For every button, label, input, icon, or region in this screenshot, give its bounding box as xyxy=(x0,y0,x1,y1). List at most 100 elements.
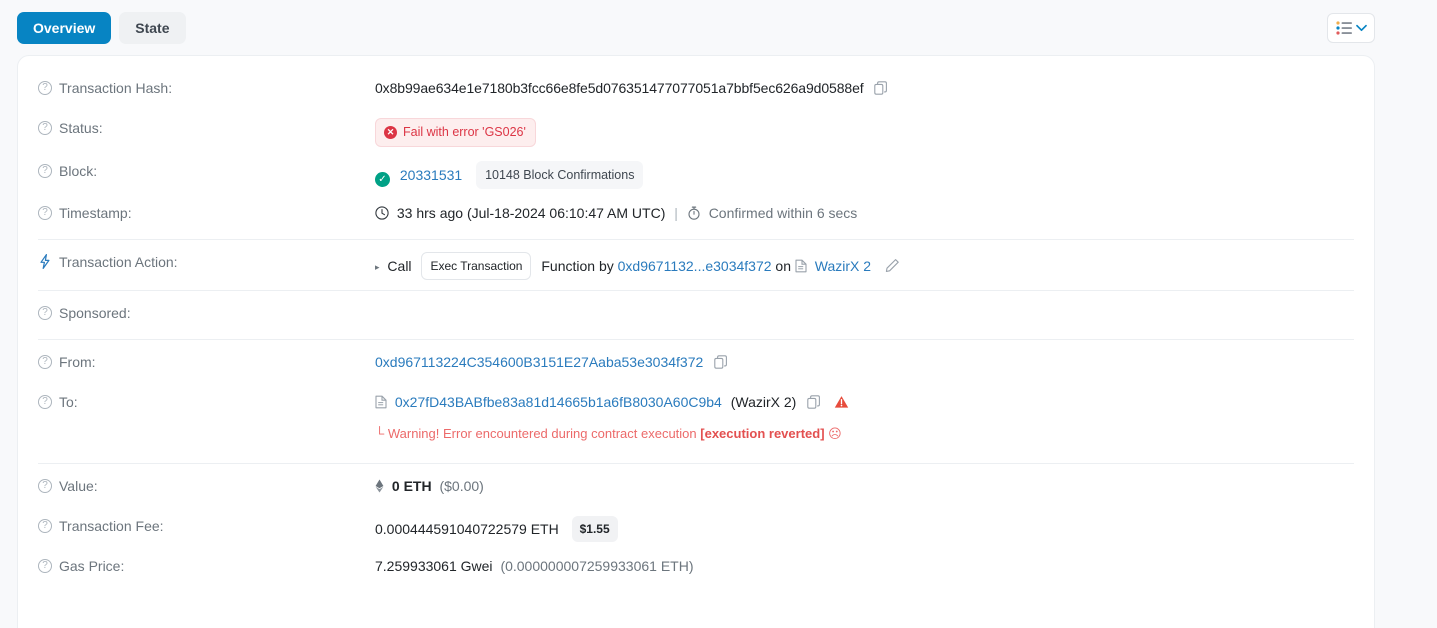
divider xyxy=(38,463,1354,464)
row-to: ? To: 0x27fD43BABfbe83a81d14665b1a6fB803… xyxy=(38,384,1354,450)
help-icon[interactable]: ? xyxy=(38,121,52,135)
label-from: ? From: xyxy=(38,350,375,372)
warning-prefix: └ xyxy=(375,426,385,441)
value-transaction-fee: 0.000444591040722579 ETH $1.55 xyxy=(375,514,1354,542)
label-text: Gas Price: xyxy=(59,558,125,574)
expand-caret-icon[interactable]: ▸ xyxy=(375,262,380,272)
value-sponsored xyxy=(375,301,1354,303)
label-transaction-hash: ? Transaction Hash: xyxy=(38,76,375,98)
help-icon[interactable]: ? xyxy=(38,395,52,409)
overview-card: ? Transaction Hash: 0x8b99ae634e1e7180b3… xyxy=(17,55,1375,628)
value-timestamp: 33 hrs ago (Jul-18-2024 06:10:47 AM UTC)… xyxy=(375,201,1354,225)
help-icon[interactable]: ? xyxy=(38,81,52,95)
copy-icon[interactable] xyxy=(714,354,728,374)
lightning-bolt-icon xyxy=(38,254,52,274)
row-value: ? Value: 0 ETH ($0.00) xyxy=(38,468,1354,508)
action-on-text: on xyxy=(775,258,791,274)
pencil-edit-icon[interactable] xyxy=(885,258,900,278)
stopwatch-icon xyxy=(687,205,701,225)
list-view-icon xyxy=(1335,21,1352,35)
label-sponsored: ? Sponsored: xyxy=(38,301,375,323)
row-sponsored: ? Sponsored: xyxy=(38,295,1354,335)
ethereum-diamond-icon xyxy=(375,478,384,498)
transaction-details-page: Overview State ? Transaction Hash: 0x8b9… xyxy=(0,0,1437,628)
tab-state-label: State xyxy=(135,19,170,36)
transaction-hash-text: 0x8b99ae634e1e7180b3fcc66e8fe5d076351477… xyxy=(375,80,864,96)
divider xyxy=(38,339,1354,340)
row-status: ? Status: ✕ Fail with error 'GS026' xyxy=(38,110,1354,153)
help-icon[interactable]: ? xyxy=(38,355,52,369)
value-fiat: ($0.00) xyxy=(439,478,484,494)
help-icon[interactable]: ? xyxy=(38,519,52,533)
label-text: To: xyxy=(59,394,78,410)
help-icon[interactable]: ? xyxy=(38,559,52,573)
label-text: Block: xyxy=(59,163,98,179)
value-eth-amount: 0 ETH xyxy=(391,478,432,494)
divider xyxy=(38,290,1354,291)
to-address-line: 0x27fD43BABfbe83a81d14665b1a6fB8030A60C9… xyxy=(375,392,1354,414)
row-from: ? From: 0xd967113224C354600B3151E27Aaba5… xyxy=(38,344,1354,384)
clock-icon xyxy=(375,205,389,225)
help-icon[interactable]: ? xyxy=(38,164,52,178)
value-gas-price: 7.259933061 Gwei (0.000000007259933061 E… xyxy=(375,554,1354,576)
row-transaction-fee: ? Transaction Fee: 0.000444591040722579 … xyxy=(38,508,1354,548)
copy-icon[interactable] xyxy=(807,394,821,414)
to-contract-name: (WazirX 2) xyxy=(730,394,797,410)
label-text: Transaction Fee: xyxy=(59,518,164,534)
help-icon[interactable]: ? xyxy=(38,306,52,320)
label-text: Timestamp: xyxy=(59,205,132,221)
label-to: ? To: xyxy=(38,390,375,412)
label-timestamp: ? Timestamp: xyxy=(38,201,375,223)
function-name-badge: Exec Transaction xyxy=(421,252,532,280)
warning-emoji-icon: ☹ xyxy=(828,426,842,441)
warning-text: Warning! Error encountered during contra… xyxy=(387,426,697,441)
action-function-by-text: Function by xyxy=(541,258,614,274)
row-transaction-hash: ? Transaction Hash: 0x8b99ae634e1e7180b3… xyxy=(38,70,1354,110)
action-address-link[interactable]: 0xd9671132...e3034f372 xyxy=(618,258,772,274)
tab-overview[interactable]: Overview xyxy=(17,11,112,44)
label-text: Transaction Hash: xyxy=(59,80,173,96)
copy-icon[interactable] xyxy=(874,80,888,100)
transaction-fee-amount: 0.000444591040722579 ETH xyxy=(375,521,559,537)
view-options-button[interactable] xyxy=(1327,13,1375,43)
warning-bold-text: [execution reverted] xyxy=(700,426,825,441)
status-badge: ✕ Fail with error 'GS026' xyxy=(375,118,536,147)
value-block: ✓ 20331531 10148 Block Confirmations xyxy=(375,159,1354,189)
action-contract-link[interactable]: WazirX 2 xyxy=(815,258,871,274)
chevron-down-icon xyxy=(1355,24,1367,32)
from-address-link[interactable]: 0xd967113224C354600B3151E27Aaba53e3034f3… xyxy=(375,354,703,370)
status-badge-label: Fail with error 'GS026' xyxy=(403,125,526,139)
label-gas-price: ? Gas Price: xyxy=(38,554,375,576)
tab-bar: Overview State xyxy=(0,0,1437,55)
divider xyxy=(38,239,1354,240)
row-timestamp: ? Timestamp: 33 hrs ago (Jul-18-2024 06:… xyxy=(38,195,1354,235)
gas-price-eth: (0.000000007259933061 ETH) xyxy=(500,558,694,574)
label-text: From: xyxy=(59,354,96,370)
label-text: Sponsored: xyxy=(59,305,131,321)
block-number-link[interactable]: 20331531 xyxy=(400,167,462,183)
warning-triangle-icon[interactable] xyxy=(834,394,849,414)
tab-state[interactable]: State xyxy=(119,11,186,44)
label-transaction-fee: ? Transaction Fee: xyxy=(38,514,375,536)
timestamp-confirmed: Confirmed within 6 secs xyxy=(708,205,858,221)
help-icon[interactable]: ? xyxy=(38,479,52,493)
label-status: ? Status: xyxy=(38,116,375,138)
timestamp-age: 33 hrs ago (Jul-18-2024 06:10:47 AM UTC) xyxy=(396,205,666,221)
help-icon[interactable]: ? xyxy=(38,206,52,220)
x-circle-icon: ✕ xyxy=(384,125,397,139)
tab-overview-label: Overview xyxy=(33,19,96,36)
row-gas-price: ? Gas Price: 7.259933061 Gwei (0.0000000… xyxy=(38,548,1354,588)
label-value: ? Value: xyxy=(38,474,375,496)
contract-document-icon xyxy=(795,258,807,278)
value-transaction-hash: 0x8b99ae634e1e7180b3fcc66e8fe5d076351477… xyxy=(375,76,1354,100)
row-transaction-action: Transaction Action: ▸ Call Exec Transact… xyxy=(38,244,1354,286)
label-transaction-action: Transaction Action: xyxy=(38,250,375,274)
label-block: ? Block: xyxy=(38,159,375,181)
label-text: Value: xyxy=(59,478,98,494)
gas-price-gwei: 7.259933061 Gwei xyxy=(375,558,493,574)
row-block: ? Block: ✓ 20331531 10148 Block Confirma… xyxy=(38,153,1354,195)
value-amount: 0 ETH ($0.00) xyxy=(375,474,1354,498)
value-status: ✕ Fail with error 'GS026' xyxy=(375,116,1354,147)
check-circle-icon: ✓ xyxy=(375,172,390,187)
to-address-link[interactable]: 0x27fD43BABfbe83a81d14665b1a6fB8030A60C9… xyxy=(395,394,722,410)
